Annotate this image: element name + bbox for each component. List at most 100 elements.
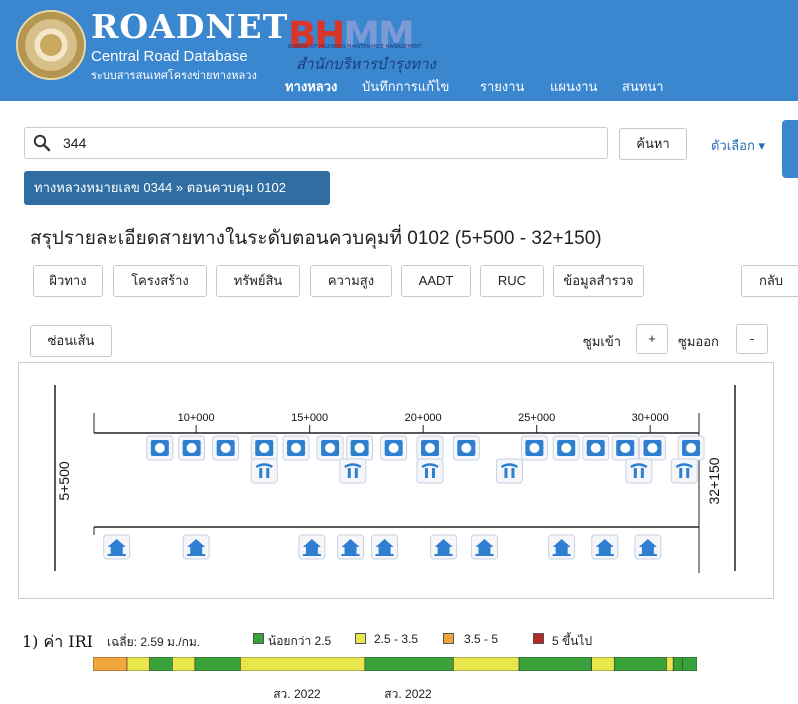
iri-legend-mid: 2.5 - 3.5	[374, 632, 419, 646]
km-tick-label: 10+000	[178, 412, 215, 424]
search-icon	[33, 134, 51, 152]
iri-legend-swatch-high	[443, 633, 454, 644]
tab-elevation[interactable]: ความสูง	[310, 265, 392, 297]
km-tick-label: 30+000	[632, 412, 669, 424]
search-input[interactable]: 344	[24, 127, 608, 159]
tab-ruc[interactable]: RUC	[480, 265, 544, 297]
iri-segment[interactable]	[93, 657, 128, 671]
brand-title[interactable]: ROADNET	[91, 7, 288, 46]
side-panel-toggle[interactable]	[782, 120, 798, 178]
iri-segment[interactable]	[453, 657, 520, 671]
brand-subtitle-thai: ระบบสารสนเทศโครงข่ายทางหลวง	[91, 70, 257, 82]
signal-icon-dot	[325, 443, 336, 453]
iri-title: 1) ค่า IRI	[22, 632, 93, 651]
road-diagram[interactable]: 5+500 32+150 10+000 15+000 20+000 25+000 30+00…	[19, 363, 773, 598]
bridge-icon-pier	[266, 468, 270, 478]
tab-aadt[interactable]: AADT	[401, 265, 471, 297]
signal-icon-dot	[561, 443, 572, 453]
building-icon-body	[110, 547, 123, 554]
brand-subtitle: Central Road Database	[91, 48, 248, 65]
bridge-icon-pier	[686, 468, 690, 478]
km-tick-label: 15+000	[291, 412, 328, 424]
building-icon-body	[344, 547, 357, 554]
iri-segment[interactable]	[172, 657, 196, 671]
tab-assets[interactable]: ทรัพย์สิน	[216, 265, 300, 297]
signal-icon-dot	[590, 443, 601, 453]
iri-segment[interactable]	[518, 657, 592, 671]
building-icon-body	[598, 547, 611, 554]
nav-plans[interactable]: แผนงาน	[550, 76, 597, 97]
iri-segment[interactable]	[194, 657, 241, 671]
nav-edit-log[interactable]: บันทึกการแก้ไข	[362, 76, 449, 97]
building-icon-base	[434, 554, 453, 556]
nav-reports[interactable]: รายงาน	[480, 76, 524, 97]
signal-icon-dot	[354, 443, 365, 453]
building-icon-body	[641, 547, 654, 554]
zoom-out-button[interactable]: -	[736, 324, 768, 354]
signal-icon-dot	[647, 443, 658, 453]
bhmm-logo-caption: BUREAU OF HIGHWAYS MAINTENANCE MANAGEMEN…	[288, 44, 422, 50]
bridge-icon-pier	[633, 468, 637, 478]
building-icon-base	[187, 554, 206, 556]
zoom-in-button[interactable]: +	[636, 324, 668, 354]
bridge-icon-pier	[640, 468, 644, 478]
iri-legend-swatch-severe	[533, 633, 544, 644]
bhmm-logo-thai: สำนักบริหารบำรุงทาง	[296, 55, 436, 73]
hide-lines-button[interactable]: ซ่อนเส้น	[30, 325, 112, 357]
bridge-icon-pier	[347, 468, 351, 478]
bridge-icon-pier	[424, 468, 428, 478]
road-diagram-panel: 5+500 32+150 10+000 15+000 20+000 25+000 30+00…	[18, 362, 774, 599]
bridge-icon-pier	[431, 468, 435, 478]
signal-icon-dot	[154, 443, 165, 453]
iri-segment[interactable]	[591, 657, 615, 671]
bridge-icon-frame	[670, 458, 698, 484]
nav-highways[interactable]: ทางหลวง	[285, 76, 337, 97]
building-icon-base	[107, 554, 126, 556]
iri-segment[interactable]	[672, 657, 683, 671]
iri-segment[interactable]	[613, 657, 667, 671]
tab-survey-data[interactable]: ข้อมูลสำรวจ	[553, 265, 644, 297]
building-icon-body	[437, 547, 450, 554]
iri-legend-low: น้อยกว่า 2.5	[268, 634, 332, 648]
bridge-icon-frame	[339, 458, 367, 484]
breadcrumb[interactable]: ทางหลวงหมายเลข 0344 » ตอนควบคุม 0102	[24, 171, 330, 205]
iri-segment[interactable]	[681, 657, 697, 671]
iri-segment[interactable]	[364, 657, 454, 671]
building-icon-base	[552, 554, 571, 556]
tab-surface[interactable]: ผิวทาง	[33, 265, 103, 297]
page-title: สรุปรายละเอียดสายทางในระดับตอนควบคุมที่ …	[30, 228, 602, 249]
search-button[interactable]: ค้นหา	[619, 128, 687, 160]
building-icon-body	[378, 547, 391, 554]
bridge-icon-pier	[259, 468, 263, 478]
iri-segment[interactable]	[240, 657, 366, 671]
signal-icon-dot	[186, 443, 197, 453]
signal-icon-dot	[424, 443, 435, 453]
back-button[interactable]: กลับ	[741, 265, 798, 297]
bridge-icon-frame	[416, 458, 444, 484]
signal-icon-dot	[461, 443, 472, 453]
options-dropdown[interactable]: ตัวเลือก ▾	[711, 135, 765, 156]
end-km-label: 32+150	[706, 457, 722, 504]
search-value: 344	[63, 135, 87, 151]
building-icon-base	[302, 554, 321, 556]
building-icon-base	[475, 554, 494, 556]
bridge-icon-frame	[250, 458, 278, 484]
iri-segment[interactable]	[126, 657, 150, 671]
building-icon-body	[478, 547, 491, 554]
tab-structure[interactable]: โครงสร้าง	[113, 265, 207, 297]
building-icon-base	[638, 554, 657, 556]
iri-bar[interactable]	[93, 657, 697, 671]
signal-icon-dot	[220, 443, 231, 453]
zoom-out-label: ซูมออก	[678, 334, 719, 349]
iri-segment[interactable]	[149, 657, 173, 671]
building-icon-base	[341, 554, 360, 556]
iri-legend-severe: 5 ขึ้นไป	[552, 634, 593, 648]
iri-segment[interactable]	[666, 657, 674, 671]
iri-legend-swatch-low	[253, 633, 264, 644]
bridge-icon-frame	[495, 458, 523, 484]
building-icon-body	[190, 547, 203, 554]
bridge-icon-frame	[625, 458, 653, 484]
nav-discussion[interactable]: สนทนา	[622, 76, 664, 97]
bridge-icon-pier	[511, 468, 515, 478]
signal-icon-dot	[259, 443, 270, 453]
